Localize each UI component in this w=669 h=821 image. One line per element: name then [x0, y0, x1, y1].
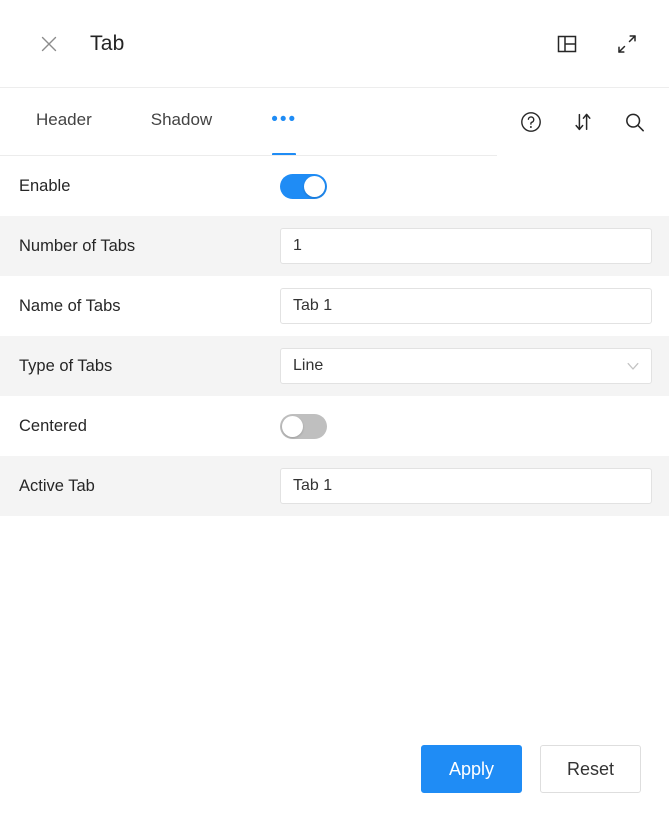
reset-button[interactable]: Reset — [540, 745, 641, 793]
tabbar-actions — [519, 88, 669, 156]
label-enable: Enable — [19, 176, 71, 195]
enable-toggle[interactable] — [280, 173, 327, 199]
row-number-of-tabs: Number of Tabs — [0, 216, 669, 276]
control-active-tab — [280, 468, 652, 504]
page-title: Tab — [90, 31, 125, 55]
control-enable — [280, 173, 652, 199]
label-name-of-tabs: Name of Tabs — [19, 296, 121, 315]
label-active-tab: Active Tab — [19, 476, 95, 495]
expand-icon[interactable] — [615, 32, 639, 56]
control-number-of-tabs — [280, 228, 652, 264]
tab-more[interactable]: ••• — [271, 88, 297, 156]
centered-toggle[interactable] — [280, 413, 327, 439]
footer-actions: Apply Reset — [0, 745, 669, 821]
search-icon[interactable] — [623, 110, 647, 134]
content-filler — [0, 516, 669, 745]
tab-shadow-label: Shadow — [150, 110, 213, 129]
type-of-tabs-select[interactable]: Line — [280, 348, 652, 384]
label-number-of-tabs: Number of Tabs — [19, 236, 136, 255]
type-of-tabs-select-wrapper: Line — [280, 348, 652, 384]
number-of-tabs-input[interactable] — [280, 228, 652, 264]
active-tab-input[interactable] — [280, 468, 652, 504]
tabbar-spacer — [297, 88, 519, 156]
row-active-tab: Active Tab — [0, 456, 669, 516]
row-type-of-tabs: Type of Tabs Line — [0, 336, 669, 396]
row-name-of-tabs: Name of Tabs — [0, 276, 669, 336]
name-of-tabs-input[interactable] — [280, 288, 652, 324]
control-centered — [280, 413, 652, 439]
tab-header-label: Header — [36, 110, 92, 129]
control-type-of-tabs: Line — [280, 348, 652, 384]
label-centered: Centered — [19, 416, 87, 435]
row-centered: Centered — [0, 396, 669, 456]
titlebar: Tab — [0, 0, 669, 88]
tabbar: Header Shadow ••• — [0, 88, 669, 156]
tab-more-label: ••• — [271, 108, 298, 130]
type-of-tabs-value: Line — [293, 357, 324, 374]
sort-icon[interactable] — [571, 110, 595, 134]
close-icon[interactable] — [36, 31, 62, 57]
tab-header[interactable]: Header — [36, 88, 92, 156]
row-enable: Enable — [0, 156, 669, 216]
titlebar-actions — [555, 32, 639, 56]
help-icon[interactable] — [519, 110, 543, 134]
panel-layout-icon[interactable] — [555, 32, 579, 56]
label-type-of-tabs: Type of Tabs — [19, 356, 113, 375]
tab-shadow[interactable]: Shadow — [151, 88, 212, 156]
tab-settings-panel: Tab Header Shadow ••• Enable Number of T… — [0, 0, 669, 821]
enable-toggle-knob — [304, 175, 325, 197]
apply-button[interactable]: Apply — [421, 745, 522, 793]
centered-toggle-knob — [282, 415, 303, 437]
settings-form: Enable Number of Tabs Name of Tabs Type … — [0, 156, 669, 516]
tab-list: Header Shadow ••• — [0, 88, 297, 156]
control-name-of-tabs — [280, 288, 652, 324]
